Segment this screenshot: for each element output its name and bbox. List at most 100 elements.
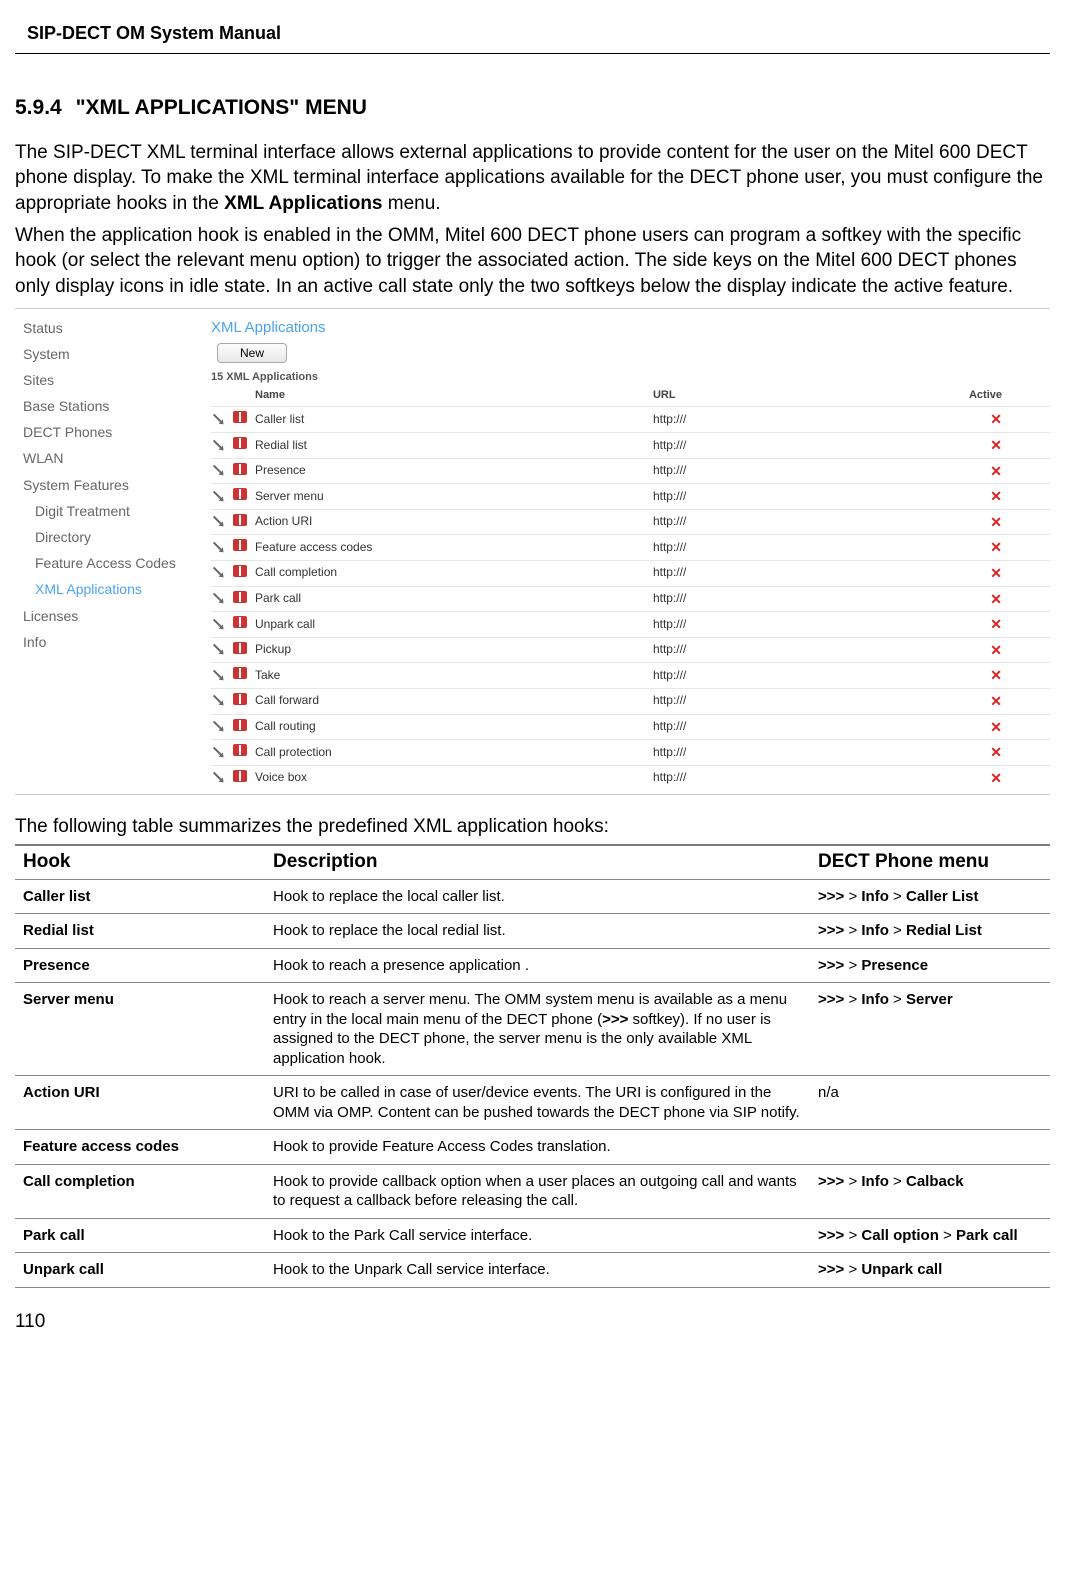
section-number: 5.9.4 [15,96,62,119]
x-icon: ✕ [990,488,1002,504]
hook-name-cell: Presence [15,948,265,983]
row-name: Redial list [251,433,649,459]
nav-sidebar: StatusSystemSitesBase StationsDECT Phone… [15,315,203,791]
edit-icon[interactable] [213,513,227,527]
hooks-row: Feature access codesHook to provide Feat… [15,1130,1050,1165]
hooks-table: Hook Description DECT Phone menu Caller … [15,844,1050,1288]
hook-desc-cell: Hook to the Park Call service interface. [265,1218,810,1253]
hook-menu-cell: >>> > Info > Server [810,983,1050,1076]
edit-icon[interactable] [213,667,227,681]
x-icon: ✕ [990,591,1002,607]
table-row: Call forwardhttp:///✕ [211,688,1050,714]
hook-name-cell: Feature access codes [15,1130,265,1165]
row-url: http:/// [649,612,780,638]
sidebar-item[interactable]: System Features [15,472,203,498]
book-icon[interactable] [233,591,247,603]
book-icon[interactable] [233,719,247,731]
book-icon[interactable] [233,514,247,526]
sidebar-item[interactable]: Licenses [15,603,203,629]
table-row: Call routinghttp:///✕ [211,714,1050,740]
x-icon: ✕ [990,667,1002,683]
row-name: Server menu [251,484,649,510]
x-icon: ✕ [990,514,1002,530]
edit-icon[interactable] [213,462,227,476]
sidebar-item[interactable]: WLAN [15,445,203,471]
book-icon[interactable] [233,411,247,423]
edit-icon[interactable] [213,641,227,655]
sidebar-sub-item[interactable]: Feature Access Codes [15,550,203,576]
sidebar-item[interactable]: Sites [15,367,203,393]
sidebar-sub-item[interactable]: Digit Treatment [15,498,203,524]
hook-desc-cell: Hook to replace the local caller list. [265,879,810,914]
x-icon: ✕ [990,411,1002,427]
row-name: Voice box [251,765,649,790]
edit-icon[interactable] [213,436,227,450]
sidebar-item[interactable]: DECT Phones [15,419,203,445]
sidebar-item[interactable]: Base Stations [15,393,203,419]
x-icon: ✕ [990,770,1002,786]
book-icon[interactable] [233,642,247,654]
hook-menu-cell: >>> > Info > Caller List [810,879,1050,914]
row-name: Presence [251,458,649,484]
edit-icon[interactable] [213,744,227,758]
hook-desc-cell: Hook to reach a presence application . [265,948,810,983]
book-icon[interactable] [233,770,247,782]
row-url: http:/// [649,458,780,484]
edit-icon[interactable] [213,411,227,425]
book-icon[interactable] [233,463,247,475]
row-name: Feature access codes [251,535,649,561]
row-name: Call routing [251,714,649,740]
sidebar-item[interactable]: Info [15,629,203,655]
hook-name-cell: Park call [15,1218,265,1253]
row-url: http:/// [649,560,780,586]
p1-bold: XML Applications [224,193,382,214]
manual-title: SIP-DECT OM System Manual [15,20,1050,54]
row-url: http:/// [649,765,780,790]
hook-menu-cell [810,1130,1050,1165]
row-url: http:/// [649,586,780,612]
embedded-screenshot: StatusSystemSitesBase StationsDECT Phone… [15,308,1050,796]
book-icon[interactable] [233,616,247,628]
row-name: Call protection [251,740,649,766]
x-icon: ✕ [990,463,1002,479]
hook-menu-cell: >>> > Call option > Park call [810,1218,1050,1253]
edit-icon[interactable] [213,616,227,630]
edit-icon[interactable] [213,718,227,732]
book-icon[interactable] [233,539,247,551]
row-url: http:/// [649,484,780,510]
table-row: Feature access codeshttp:///✕ [211,535,1050,561]
section-heading: 5.9.4 "XML APPLICATIONS" MENU [15,94,1050,121]
sidebar-sub-item[interactable]: XML Applications [15,576,203,602]
row-url: http:/// [649,714,780,740]
hooks-row: Caller listHook to replace the local cal… [15,879,1050,914]
edit-icon[interactable] [213,769,227,783]
book-icon[interactable] [233,437,247,449]
book-icon[interactable] [233,488,247,500]
book-icon[interactable] [233,744,247,756]
hook-name-cell: Caller list [15,879,265,914]
hooks-row: PresenceHook to reach a presence applica… [15,948,1050,983]
edit-icon[interactable] [213,590,227,604]
edit-icon[interactable] [213,692,227,706]
row-name: Pickup [251,637,649,663]
list-count-header: 15 XML Applications [211,370,1050,384]
row-name: Call completion [251,560,649,586]
sidebar-sub-item[interactable]: Directory [15,524,203,550]
edit-icon[interactable] [213,539,227,553]
edit-icon[interactable] [213,488,227,502]
book-icon[interactable] [233,693,247,705]
new-button[interactable]: New [217,343,287,363]
x-icon: ✕ [990,693,1002,709]
book-icon[interactable] [233,667,247,679]
hook-desc-cell: Hook to the Unpark Call service interfac… [265,1253,810,1288]
row-url: http:/// [649,637,780,663]
row-name: Caller list [251,407,649,433]
hooks-row: Call completionHook to provide callback … [15,1164,1050,1218]
hook-desc-cell: Hook to provide callback option when a u… [265,1164,810,1218]
sidebar-item[interactable]: Status [15,315,203,341]
sidebar-item[interactable]: System [15,341,203,367]
edit-icon[interactable] [213,564,227,578]
hook-menu-cell: >>> > Presence [810,948,1050,983]
book-icon[interactable] [233,565,247,577]
hooks-row: Action URIURI to be called in case of us… [15,1076,1050,1130]
